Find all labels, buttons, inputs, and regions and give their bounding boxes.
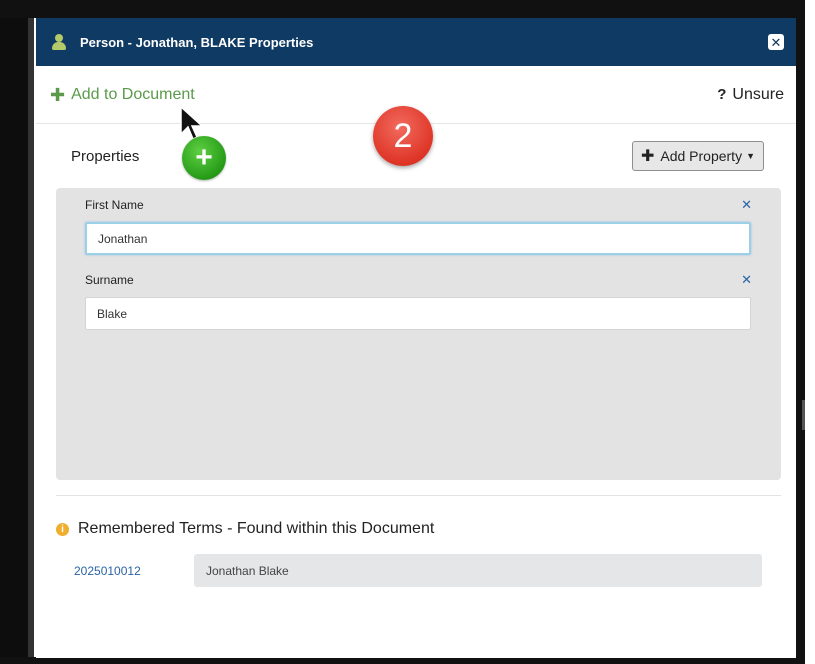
property-field-surname: Surname ✕ (85, 271, 752, 330)
properties-panel: First Name ✕ Surname ✕ (56, 188, 781, 480)
modal-title: Person - Jonathan, BLAKE Properties (80, 34, 314, 50)
properties-label: Properties (71, 147, 140, 165)
backdrop-top (0, 0, 805, 18)
first-name-input[interactable] (85, 222, 751, 255)
remove-field-icon[interactable]: ✕ (741, 272, 752, 288)
field-label: Surname (85, 273, 134, 287)
unsure-button[interactable]: ? Unsure (717, 86, 784, 104)
person-icon (52, 34, 66, 50)
surname-input[interactable] (85, 297, 751, 330)
question-icon: ? (717, 86, 727, 103)
unsure-label: Unsure (732, 85, 784, 103)
list-item: 2025010012 Jonathan Blake (36, 538, 796, 587)
remembered-terms-label: Remembered Terms - Found within this Doc… (78, 520, 435, 537)
term-id-link[interactable]: 2025010012 (74, 564, 194, 578)
add-to-document-label: Add to Document (71, 85, 195, 103)
backdrop-left-edge (28, 18, 34, 658)
plus-icon: ✚ (640, 148, 655, 165)
add-property-label: Add Property (660, 148, 743, 164)
backdrop-bottom (0, 657, 805, 664)
caret-down-icon: ▼ (746, 151, 755, 161)
term-value: Jonathan Blake (194, 554, 762, 587)
modal-header: Person - Jonathan, BLAKE Properties ✕ (36, 18, 796, 66)
add-circle-icon: + (182, 136, 226, 180)
info-icon: i (56, 522, 69, 536)
page-edge (805, 0, 815, 664)
close-icon[interactable]: ✕ (768, 34, 784, 50)
property-field-first-name: First Name ✕ (85, 196, 752, 255)
field-label: First Name (85, 198, 144, 212)
add-property-button[interactable]: ✚ Add Property ▼ (631, 141, 764, 171)
plus-icon: ✚ (50, 84, 66, 105)
remembered-terms-heading: i Remembered Terms - Found within this D… (36, 496, 796, 538)
backdrop-right (796, 0, 805, 664)
step-number-badge: 2 (373, 106, 433, 166)
add-to-document-button[interactable]: ✚ Add to Document (50, 86, 195, 104)
remove-field-icon[interactable]: ✕ (741, 197, 752, 213)
